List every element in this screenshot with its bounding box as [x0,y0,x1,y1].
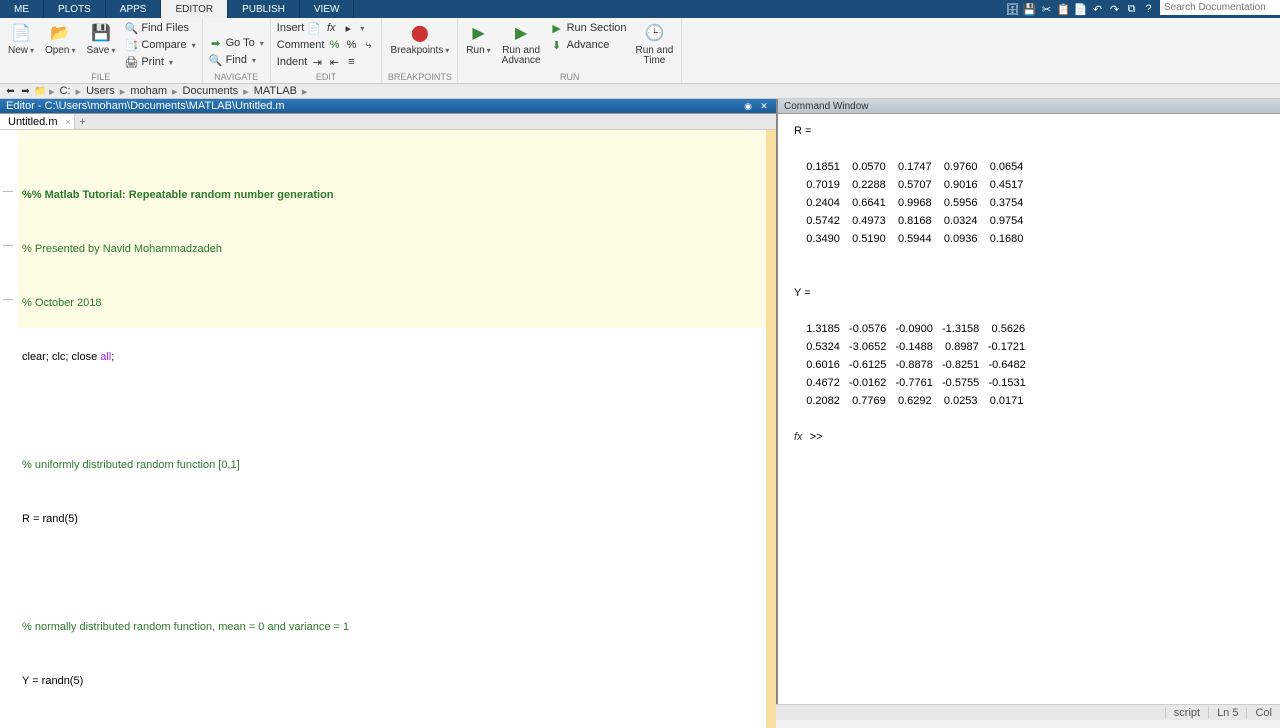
status-col: Col [1246,707,1280,719]
command-window-panel: Command Window R = 0.1851 0.0570 0.1747 … [778,99,1280,704]
tab-view[interactable]: VIEW [300,0,355,18]
status-file-type: script [1165,707,1208,719]
ribbon-toolbar: 📄New 📂Open 💾Save 🔍Find Files 📑Compare 🖨P… [0,18,1280,84]
run-time-button[interactable]: 🕒Run and Time [632,20,678,68]
paste-icon[interactable]: 📄 [1073,2,1088,17]
ribbon-group-breakpoints: BREAKPOINTS [386,71,453,83]
main-tab-bar: ME PLOTS APPS EDITOR PUBLISH VIEW 🗄 💾 ✂ … [0,0,1280,18]
search-doc-input[interactable] [1160,0,1280,15]
path-seg-matlab[interactable]: MATLAB [251,85,300,97]
maximize-icon[interactable]: ◉ [742,100,754,112]
save-icon[interactable]: 💾 [1022,2,1037,17]
editor-scroll-indicator [766,130,776,728]
tab-publish[interactable]: PUBLISH [228,0,300,18]
path-toolbar: ⬅ ➡ 📁 ▸ C:▸ Users▸ moham▸ Documents▸ MAT… [0,84,1280,99]
command-window-title: Command Window [778,99,1280,114]
close-tab-icon[interactable]: × [65,117,70,127]
path-seg-moham[interactable]: moham [127,85,170,97]
open-button[interactable]: 📂Open [41,20,79,58]
tab-plots[interactable]: PLOTS [44,0,106,18]
quick-access-toolbar: 🗄 💾 ✂ 📋 📄 ↶ ↷ ⧉ ? [1005,0,1160,18]
dummy [207,20,266,34]
help-icon[interactable]: ? [1141,2,1156,17]
close-panel-icon[interactable]: ✕ [758,100,770,112]
run-section-button[interactable]: ▶Run Section [548,20,629,36]
print-button[interactable]: 🖨Print [122,54,197,70]
find-button[interactable]: 🔍Find [207,52,266,68]
redo-icon[interactable]: ↷ [1107,2,1122,17]
status-line: Ln 5 [1208,707,1246,719]
undo-icon[interactable]: ↶ [1090,2,1105,17]
editor-title-text: Editor - C:\Users\moham\Documents\MATLAB… [6,100,285,112]
add-tab-button[interactable]: + [75,114,91,129]
run-advance-button[interactable]: ▶Run and Advance [498,20,545,68]
copy-icon[interactable]: 📋 [1056,2,1071,17]
tab-apps[interactable]: APPS [106,0,162,18]
path-seg-c[interactable]: C: [57,85,74,97]
comment-button[interactable]: Comment % % ⤷ [275,37,378,53]
server-icon[interactable]: 🗄 [1005,2,1020,17]
compare-button[interactable]: 📑Compare [122,37,197,53]
ribbon-group-edit: EDIT [275,71,378,83]
code-editor[interactable]: %% Matlab Tutorial: Repeatable random nu… [18,130,766,728]
new-button[interactable]: 📄New [4,20,38,58]
up-folder-icon[interactable]: 📁 [34,85,47,98]
editor-panel: Editor - C:\Users\moham\Documents\MATLAB… [0,99,778,704]
command-window[interactable]: R = 0.1851 0.0570 0.1747 0.9760 0.0654 0… [778,114,1280,704]
editor-title-bar: Editor - C:\Users\moham\Documents\MATLAB… [0,99,776,114]
tab-home[interactable]: ME [0,0,44,18]
file-tab-untitled[interactable]: Untitled.m× [0,114,75,129]
fx-prompt-icon: fx [794,431,803,443]
run-button[interactable]: ▶Run [462,20,494,58]
editor-tab-strip: Untitled.m× + [0,114,776,130]
path-seg-documents[interactable]: Documents [180,85,242,97]
cut-icon[interactable]: ✂ [1039,2,1054,17]
tab-editor[interactable]: EDITOR [161,0,228,18]
save-button[interactable]: 💾Save [83,20,120,58]
find-files-button[interactable]: 🔍Find Files [122,20,197,36]
path-seg-users[interactable]: Users [83,85,118,97]
ribbon-group-run: RUN [462,71,677,83]
ribbon-group-navigate: NAVIGATE [207,71,266,83]
goto-button[interactable]: ➡Go To [207,35,266,51]
forward-icon[interactable]: ➡ [19,85,32,98]
indent-button[interactable]: Indent ⇥ ⇤ ≡ [275,54,378,70]
switch-icon[interactable]: ⧉ [1124,2,1139,17]
advance-button[interactable]: ⬇Advance [548,37,629,53]
insert-button[interactable]: Insert 📄 fx ▸ [275,20,378,36]
fold-gutter: — — — [0,130,18,728]
breakpoints-button[interactable]: ⬤Breakpoints [386,20,453,58]
ribbon-group-file: FILE [4,71,198,83]
back-icon[interactable]: ⬅ [4,85,17,98]
